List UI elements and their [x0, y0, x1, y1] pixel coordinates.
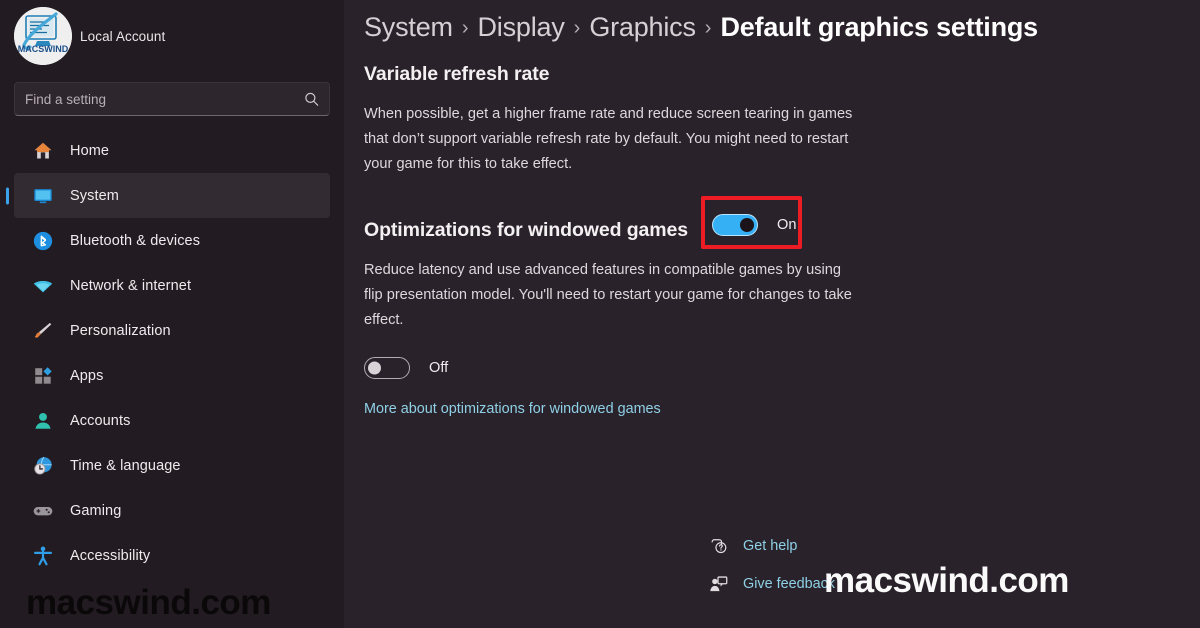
sidebar-item-label: Network & internet	[70, 277, 192, 294]
search-icon	[304, 92, 319, 107]
monitor-icon	[30, 183, 56, 209]
home-icon	[30, 138, 56, 164]
sidebar-item-label: Personalization	[70, 322, 171, 339]
search-box[interactable]	[14, 82, 330, 116]
section-description-optimizations-for-windowed-games: Reduce latency and use advanced features…	[364, 262, 852, 328]
gamepad-icon	[30, 498, 56, 524]
avatar[interactable]: MACSWIND	[14, 7, 72, 65]
sidebar-item-network-internet[interactable]: Network & internet	[14, 263, 330, 308]
wifi-icon	[30, 273, 56, 299]
footer-links: Get help Give feedback	[707, 530, 835, 606]
variable-refresh-rate-toggle[interactable]	[712, 214, 758, 236]
sidebar-item-time-language[interactable]: Time & language	[14, 443, 330, 488]
sidebar-nav: Home System Bluetooth & devices Network …	[0, 128, 344, 578]
avatar-logo-text: MACSWIND	[18, 44, 69, 54]
sidebar-item-label: Gaming	[70, 502, 122, 519]
sidebar-item-home[interactable]: Home	[14, 128, 330, 173]
sidebar-item-accounts[interactable]: Accounts	[14, 398, 330, 443]
chevron-right-icon: ›	[461, 17, 469, 39]
breadcrumb-item-system[interactable]: System	[364, 12, 453, 43]
person-icon	[30, 408, 56, 434]
macswind-logo-icon: MACSWIND	[14, 7, 72, 65]
optimizations-toggle-row[interactable]: Off	[364, 351, 1176, 385]
sidebar-item-label: Apps	[70, 367, 104, 384]
feedback-person-icon	[707, 573, 729, 595]
sidebar-item-label: Accessibility	[70, 547, 151, 564]
sidebar-item-apps[interactable]: Apps	[14, 353, 330, 398]
sidebar-item-label: Accounts	[70, 412, 131, 429]
sidebar: MACSWIND Local Account Find a setting Ho…	[0, 0, 344, 628]
settings-window: MACSWIND Local Account Find a setting Ho…	[0, 0, 1200, 628]
breadcrumb-item-display[interactable]: Display	[478, 12, 565, 43]
accessibility-icon	[30, 543, 56, 569]
content-pane: System › Display › Graphics › Default gr…	[344, 0, 1200, 628]
paintbrush-icon	[30, 318, 56, 344]
search-input[interactable]	[25, 91, 319, 107]
breadcrumb-item-graphics[interactable]: Graphics	[589, 12, 696, 43]
help-bubble-icon	[707, 535, 729, 557]
toggle-knob	[368, 361, 381, 375]
section-title-variable-refresh-rate: Variable refresh rate	[364, 63, 550, 85]
sidebar-item-label: System	[70, 187, 119, 204]
optimizations-toggle-state: Off	[429, 360, 449, 376]
sidebar-item-label: Bluetooth & devices	[70, 232, 201, 249]
apps-grid-icon	[30, 363, 56, 389]
get-help-row[interactable]: Get help	[707, 530, 835, 562]
breadcrumb-item-current: Default graphics settings	[720, 12, 1039, 42]
breadcrumb: System › Display › Graphics › Default gr…	[364, 0, 1176, 43]
sidebar-item-system[interactable]: System	[14, 173, 330, 218]
sidebar-item-gaming[interactable]: Gaming	[14, 488, 330, 533]
chevron-right-icon: ›	[573, 17, 581, 39]
get-help-link[interactable]: Get help	[743, 538, 797, 554]
sidebar-item-bluetooth-devices[interactable]: Bluetooth & devices	[14, 218, 330, 263]
account-row[interactable]: MACSWIND Local Account	[0, 0, 344, 72]
globe-clock-icon	[30, 453, 56, 479]
variable-refresh-rate-toggle-row[interactable]: On	[712, 208, 796, 242]
sidebar-item-accessibility[interactable]: Accessibility	[14, 533, 330, 578]
toggle-knob	[740, 218, 754, 232]
more-about-optimizations-link[interactable]: More about optimizations for windowed ga…	[364, 401, 661, 417]
search-container	[0, 72, 344, 116]
bluetooth-icon	[30, 228, 56, 254]
give-feedback-link[interactable]: Give feedback	[743, 576, 835, 592]
sidebar-item-label: Time & language	[70, 457, 181, 474]
variable-refresh-rate-toggle-state: On	[777, 217, 797, 233]
sidebar-item-label: Home	[70, 142, 110, 159]
account-name: Local Account	[80, 28, 166, 44]
optimizations-for-windowed-games-toggle[interactable]	[364, 357, 410, 379]
sidebar-item-personalization[interactable]: Personalization	[14, 308, 330, 353]
give-feedback-row[interactable]: Give feedback	[707, 568, 835, 600]
section-description-variable-refresh-rate: When possible, get a higher frame rate a…	[364, 106, 853, 172]
chevron-right-icon: ›	[704, 17, 712, 39]
